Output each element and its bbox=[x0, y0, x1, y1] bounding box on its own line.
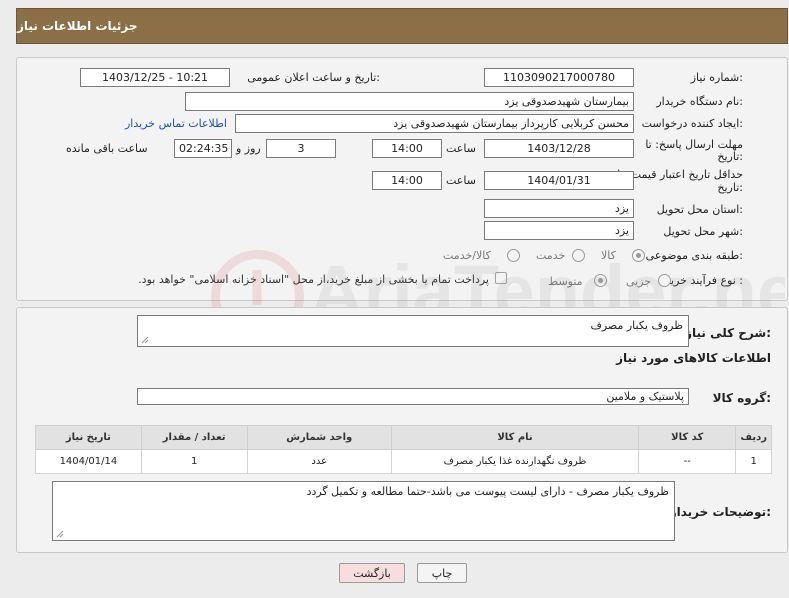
process-type-label: نوع فرآیند خرید : bbox=[665, 274, 743, 287]
treasury-payment-note: پرداخت تمام یا بخشی از مبلغ خرید،از محل … bbox=[138, 273, 489, 286]
resize-handle-icon[interactable] bbox=[141, 336, 149, 344]
process-radio-minor[interactable] bbox=[658, 274, 671, 287]
goods-group-label: گروه کالا: bbox=[712, 391, 771, 405]
process-radio-medium[interactable] bbox=[594, 274, 607, 287]
cell-need-date: 1404/01/14 bbox=[35, 449, 142, 474]
buyer-notes-label: توضیحات خریدار: bbox=[669, 505, 771, 519]
need-number-field: 1103090217000780 bbox=[484, 68, 634, 87]
cell-name: ظروف نگهدارنده غذا یکبار مصرف bbox=[390, 449, 640, 474]
validity-label-2: تاریخ: bbox=[717, 181, 743, 194]
buyer-field: بیمارستان شهیدصدوقی یزد bbox=[185, 92, 634, 111]
days-remaining-field: 3 bbox=[266, 139, 336, 158]
category-radio-goods[interactable] bbox=[632, 249, 645, 262]
process-option-medium: متوسط bbox=[548, 275, 583, 288]
items-table-header: ردیف کد کالا نام کالا واحد شمارش تعداد /… bbox=[35, 425, 772, 450]
buyer-notes-textarea[interactable]: ظروف یکبار مصرف - دارای لیست پیوست می با… bbox=[52, 481, 675, 541]
days-label: روز و bbox=[236, 142, 261, 155]
back-button[interactable]: بازگشت bbox=[339, 563, 405, 583]
announce-label: تاریخ و ساعت اعلان عمومی: bbox=[247, 71, 380, 84]
cell-row: 1 bbox=[735, 449, 772, 474]
cell-unit: عدد bbox=[246, 449, 392, 474]
table-row: 1 -- ظروف نگهدارنده غذا یکبار مصرف عدد 1… bbox=[35, 449, 772, 474]
creator-label: ایجاد کننده درخواست: bbox=[641, 117, 743, 130]
category-option-service: خدمت bbox=[536, 249, 566, 262]
print-button[interactable]: چاپ bbox=[417, 563, 467, 583]
category-option-both: کالا/خدمت bbox=[443, 249, 491, 262]
category-label: طبقه بندی موضوعی: bbox=[645, 249, 743, 262]
resize-handle-icon[interactable] bbox=[56, 530, 64, 538]
validity-label: حداقل تاریخ اعتبار قیمت: تا bbox=[617, 168, 743, 181]
cell-qty: 1 bbox=[140, 449, 248, 474]
reply-date-field: 1403/12/28 bbox=[484, 139, 634, 158]
page-title: جزئیات اطلاعات نیاز bbox=[16, 8, 788, 44]
process-option-minor: جزیی bbox=[626, 275, 652, 288]
goods-group-field: پلاستیک و ملامین bbox=[137, 388, 689, 405]
category-radio-service[interactable] bbox=[572, 249, 585, 262]
buyer-label: نام دستگاه خریدار: bbox=[656, 95, 743, 108]
description-label: شرح کلی نیاز: bbox=[685, 326, 771, 340]
province-field: یزد bbox=[484, 199, 634, 218]
city-label: شهر محل تحویل: bbox=[663, 225, 743, 238]
announce-datetime-field: 1403/12/25 - 10:21 bbox=[80, 68, 230, 87]
reply-time-field: 14:00 bbox=[372, 139, 442, 158]
creator-field: محسن کربلایی کارپرداز بیمارستان شهیدصدوق… bbox=[235, 114, 634, 133]
buyer-notes-text: ظروف یکبار مصرف - دارای لیست پیوست می با… bbox=[306, 485, 669, 498]
col-unit: واحد شمارش bbox=[246, 425, 392, 450]
items-table: ردیف کد کالا نام کالا واحد شمارش تعداد /… bbox=[35, 425, 772, 474]
col-need-date: تاریخ نیاز bbox=[35, 425, 142, 450]
buyer-contact-link[interactable]: اطلاعات تماس خریدار bbox=[125, 117, 227, 130]
validity-time-field: 14:00 bbox=[372, 171, 442, 190]
description-textarea[interactable]: ظروف یکبار مصرف bbox=[137, 315, 689, 347]
cell-code: -- bbox=[638, 449, 737, 474]
need-number-label: شماره نیاز: bbox=[690, 71, 743, 84]
treasury-payment-checkbox[interactable] bbox=[495, 272, 507, 284]
validity-time-label: ساعت bbox=[446, 174, 476, 187]
reply-deadline-label-2: تاریخ: bbox=[717, 150, 743, 163]
col-name: نام کالا bbox=[390, 425, 640, 450]
reply-time-label: ساعت bbox=[446, 142, 476, 155]
category-option-goods: کالا bbox=[601, 249, 616, 262]
col-row: ردیف bbox=[735, 425, 772, 450]
description-text: ظروف یکبار مصرف bbox=[590, 319, 683, 332]
time-remaining-label: ساعت باقی مانده bbox=[66, 142, 148, 155]
col-code: کد کالا bbox=[638, 425, 737, 450]
items-info-title: اطلاعات کالاهای مورد نیاز bbox=[616, 351, 771, 365]
category-radio-both[interactable] bbox=[507, 249, 520, 262]
validity-date-field: 1404/01/31 bbox=[484, 171, 634, 190]
time-remaining-field: 02:24:35 bbox=[174, 139, 232, 158]
city-field: یزد bbox=[484, 221, 634, 240]
col-qty: تعداد / مقدار bbox=[140, 425, 248, 450]
province-label: استان محل تحویل: bbox=[656, 203, 743, 216]
